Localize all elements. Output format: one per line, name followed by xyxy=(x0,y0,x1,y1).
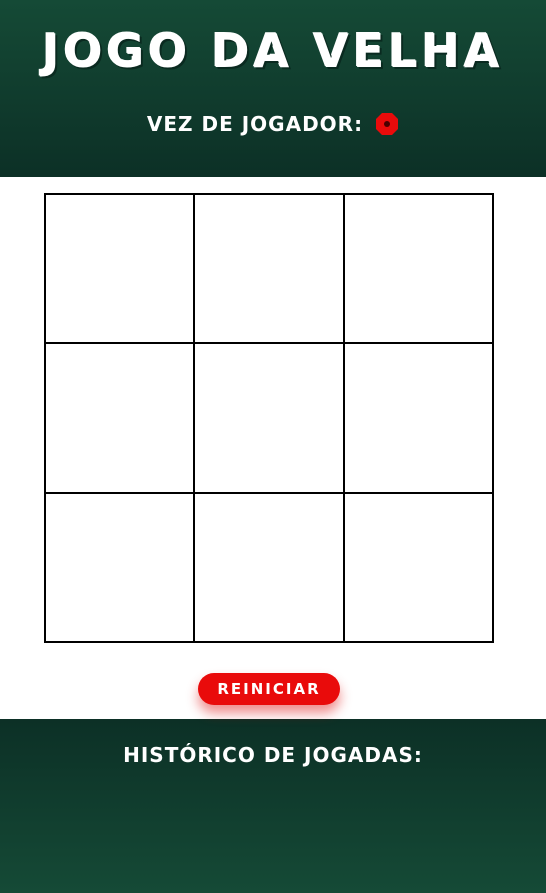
board-area: Reiniciar xyxy=(0,177,546,719)
turn-label: Vez de jogador: xyxy=(146,112,364,136)
board-cell-6[interactable] xyxy=(343,343,493,493)
page-title: Jogo da Velha xyxy=(42,24,504,78)
board-cell-9[interactable] xyxy=(343,492,493,642)
board-cell-7[interactable] xyxy=(45,492,195,642)
header: Jogo da Velha Vez de jogador: xyxy=(0,0,546,177)
board-cell-1[interactable] xyxy=(45,194,195,344)
turn-indicator: Vez de jogador: xyxy=(0,112,546,136)
board-cell-5[interactable] xyxy=(194,343,344,493)
board-cell-3[interactable] xyxy=(343,194,493,344)
board-cell-4[interactable] xyxy=(45,343,195,493)
board-cell-2[interactable] xyxy=(194,194,344,344)
board-cell-8[interactable] xyxy=(194,492,344,642)
restart-button[interactable]: Reiniciar xyxy=(198,673,340,705)
red-octagon-icon xyxy=(375,112,399,136)
history-title: Histórico de jogadas: xyxy=(123,743,423,767)
history-panel: Histórico de jogadas: xyxy=(0,719,546,893)
game-board xyxy=(44,193,494,643)
